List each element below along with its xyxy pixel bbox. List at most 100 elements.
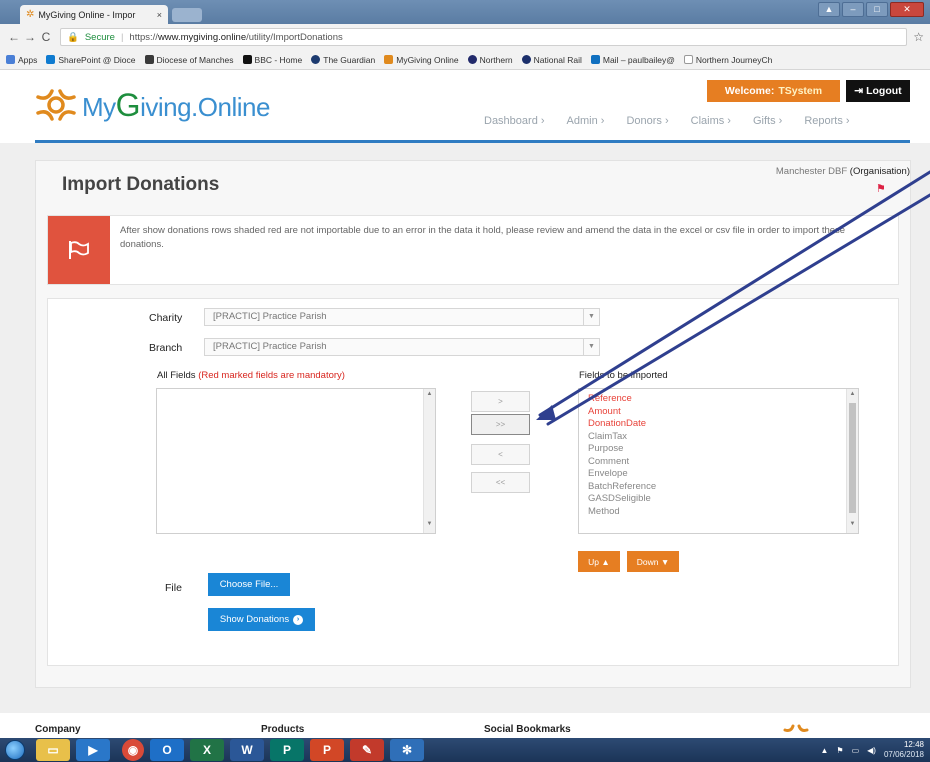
- list-item[interactable]: Amount: [588, 406, 656, 419]
- move-all-left-button[interactable]: <<: [471, 472, 530, 493]
- bookmark-sharepoint[interactable]: SharePoint @ Dioce: [46, 55, 136, 65]
- maximize-icon[interactable]: □: [866, 2, 888, 17]
- mandatory-note: (Red marked fields are mandatory): [198, 370, 345, 381]
- list-item[interactable]: Reference: [588, 393, 656, 406]
- welcome-badge[interactable]: Welcome: TSystem: [707, 80, 840, 102]
- mygiving-logo[interactable]: MyGiving.Online: [34, 83, 270, 127]
- chrome-icon[interactable]: ◉: [122, 739, 144, 761]
- bookmark-star-icon[interactable]: ☆: [913, 30, 924, 44]
- bbc-icon: [242, 55, 252, 64]
- all-fields-label: All Fields: [157, 370, 196, 381]
- reload-icon[interactable]: C: [38, 30, 54, 44]
- new-tab-button[interactable]: [172, 8, 202, 22]
- start-button[interactable]: [0, 738, 30, 762]
- clock[interactable]: 12:48 07/06/2018: [884, 740, 924, 760]
- close-window-icon[interactable]: ✕: [890, 2, 924, 17]
- network-icon[interactable]: ▭: [852, 746, 860, 755]
- bookmark-label: BBC - Home: [254, 54, 303, 65]
- url-path: /utility/ImportDonations: [246, 31, 343, 43]
- snipping-tool-icon[interactable]: ✻: [390, 739, 424, 761]
- scroll-up-icon[interactable]: ▲: [847, 391, 858, 401]
- bookmark-northern-journey[interactable]: Northern JourneyCh: [683, 55, 772, 65]
- import-fields-listbox[interactable]: Reference Amount DonationDate ClaimTax P…: [578, 388, 859, 534]
- bookmark-guardian[interactable]: The Guardian: [311, 55, 375, 65]
- file-label: File: [165, 582, 182, 594]
- mygiving-icon: [384, 55, 394, 64]
- list-item[interactable]: Envelope: [588, 468, 656, 481]
- move-all-right-button[interactable]: >>: [471, 414, 530, 435]
- move-one-right-button[interactable]: >: [471, 391, 530, 412]
- bookmark-diocese[interactable]: Diocese of Manches: [144, 55, 234, 65]
- media-player-icon[interactable]: ▶: [76, 739, 110, 761]
- powerpoint-icon[interactable]: P: [310, 739, 344, 761]
- back-icon[interactable]: ←: [6, 30, 22, 44]
- choose-file-button[interactable]: Choose File...: [208, 573, 290, 596]
- list-item[interactable]: DonationDate: [588, 418, 656, 431]
- import-fields-scrollbar[interactable]: ▲ ▼: [846, 389, 858, 533]
- bookmark-mail[interactable]: Mail – paulbailey@: [590, 55, 675, 65]
- minimize-icon[interactable]: –: [842, 2, 864, 17]
- bookmark-national-rail[interactable]: National Rail: [521, 55, 582, 65]
- paint-icon[interactable]: ✎: [350, 739, 384, 761]
- bookmark-apps[interactable]: Apps: [6, 55, 37, 65]
- show-donations-button[interactable]: Show Donations ›: [208, 608, 315, 631]
- charity-selected-value: [PRACTIC] Practice Parish: [213, 311, 327, 322]
- branch-select[interactable]: [PRACTIC] Practice Parish ▼: [204, 338, 600, 356]
- outlook-icon[interactable]: O: [150, 739, 184, 761]
- bookmark-northern[interactable]: Northern: [467, 55, 513, 65]
- url-scheme: https://: [129, 31, 158, 43]
- alert-text: After show donations rows shaded red are…: [120, 225, 846, 250]
- all-fields-listbox[interactable]: ▲ ▼: [156, 388, 436, 534]
- all-fields-scrollbar[interactable]: ▲ ▼: [423, 389, 435, 533]
- logo-dot: .: [191, 91, 198, 122]
- bookmark-mygiving[interactable]: MyGiving Online: [384, 54, 459, 65]
- url-host: www.mygiving.online: [157, 31, 247, 43]
- nav-reports[interactable]: Reports ›: [804, 115, 849, 127]
- nav-admin[interactable]: Admin ›: [567, 115, 605, 127]
- bookmark-label: MyGiving Online: [396, 54, 459, 65]
- all-fields-heading: All Fields (Red marked fields are mandat…: [157, 370, 345, 381]
- organisation-type: (Organisation): [849, 166, 910, 177]
- url-input[interactable]: 🔒 Secure | https:// www.mygiving.online …: [60, 28, 908, 46]
- apps-grid-icon: [6, 55, 15, 64]
- flag-icon[interactable]: ⚑: [836, 746, 843, 755]
- list-item[interactable]: ClaimTax: [588, 431, 656, 444]
- list-item[interactable]: BatchReference: [588, 481, 656, 494]
- publisher-icon[interactable]: P: [270, 739, 304, 761]
- scroll-up-icon[interactable]: ▲: [424, 391, 435, 401]
- charity-select[interactable]: [PRACTIC] Practice Parish ▼: [204, 308, 600, 326]
- flag-icon: [69, 241, 89, 259]
- info-alert: After show donations rows shaded red are…: [47, 215, 899, 285]
- logo-star-icon: [36, 89, 76, 121]
- forward-icon[interactable]: →: [22, 30, 38, 44]
- user-profile-icon[interactable]: ▲: [818, 2, 840, 17]
- list-item[interactable]: Comment: [588, 456, 656, 469]
- excel-icon[interactable]: X: [190, 739, 224, 761]
- scroll-down-icon[interactable]: ▼: [424, 521, 435, 531]
- bookmark-bbc[interactable]: BBC - Home: [242, 54, 303, 65]
- scroll-thumb[interactable]: [849, 403, 856, 513]
- move-down-button[interactable]: Down ▼: [627, 551, 679, 572]
- tab-close-icon[interactable]: ×: [157, 10, 162, 20]
- scroll-down-icon[interactable]: ▼: [847, 521, 858, 531]
- folder-icon[interactable]: ▭: [36, 739, 70, 761]
- list-item[interactable]: Method: [588, 506, 656, 519]
- volume-icon[interactable]: ◀): [867, 746, 876, 755]
- move-one-left-button[interactable]: <: [471, 444, 530, 465]
- nav-donors[interactable]: Donors ›: [626, 115, 668, 127]
- windows-taskbar: ▭ ▶ ◉ O X W P P ✎ ✻ ▲ ⚑ ▭ ◀) 12:48 07/06…: [0, 738, 930, 762]
- nav-dashboard[interactable]: Dashboard ›: [484, 115, 545, 127]
- nav-claims[interactable]: Claims ›: [691, 115, 731, 127]
- list-item[interactable]: GASDSeligible: [588, 493, 656, 506]
- tray-expand-icon[interactable]: ▲: [820, 746, 828, 755]
- logo-g: G: [115, 86, 141, 123]
- window-controls: ▲ – □ ✕: [818, 2, 924, 17]
- logout-button[interactable]: ⇥ Logout: [846, 80, 910, 102]
- nav-gifts[interactable]: Gifts ›: [753, 115, 782, 127]
- list-item[interactable]: Purpose: [588, 443, 656, 456]
- move-up-button[interactable]: Up ▲: [578, 551, 620, 572]
- browser-tab[interactable]: ✲ MyGiving Online - Impor ×: [20, 5, 168, 24]
- secure-label: Secure: [84, 31, 115, 43]
- chevron-down-icon: ▼: [583, 309, 599, 325]
- word-icon[interactable]: W: [230, 739, 264, 761]
